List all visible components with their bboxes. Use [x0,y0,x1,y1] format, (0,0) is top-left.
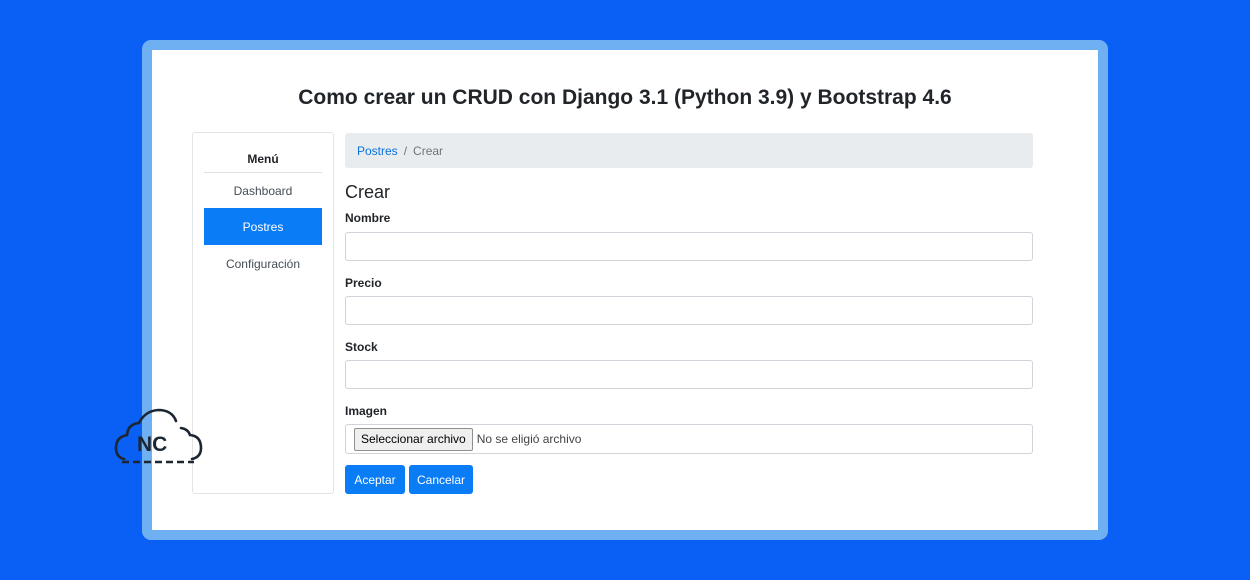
cancelar-button[interactable]: Cancelar [409,465,473,494]
choose-file-button[interactable]: Seleccionar archivo [354,427,473,451]
cloud-icon: NC [114,408,203,464]
imagen-file-input: Seleccionar archivo No se eligió archivo [345,424,1033,454]
precio-label: Precio [345,276,382,290]
file-status: No se eligió archivo [476,432,582,446]
aceptar-button[interactable]: Aceptar [345,465,405,494]
sidebar-header: Menú [204,152,322,173]
nombre-input[interactable] [345,232,1033,261]
sidebar-item-postres[interactable]: Postres [204,208,322,245]
breadcrumb-link-postres[interactable]: Postres [357,144,398,158]
breadcrumb-current: Crear [413,143,444,158]
breadcrumb-separator: / [403,143,408,158]
stock-label: Stock [345,340,378,354]
sidebar-item-dashboard[interactable]: Dashboard [204,172,322,209]
breadcrumb: Postres / Crear [345,133,1033,168]
form-heading: Crear [345,182,391,202]
imagen-label: Imagen [345,404,388,418]
page-title: Como crear un CRUD con Django 3.1 (Pytho… [298,86,952,109]
stock-input[interactable] [345,360,1033,389]
sidebar-item-configuracion[interactable]: Configuración [204,245,322,282]
precio-input[interactable] [345,296,1033,325]
logo-text: NC [137,433,167,456]
nombre-label: Nombre [345,211,391,225]
